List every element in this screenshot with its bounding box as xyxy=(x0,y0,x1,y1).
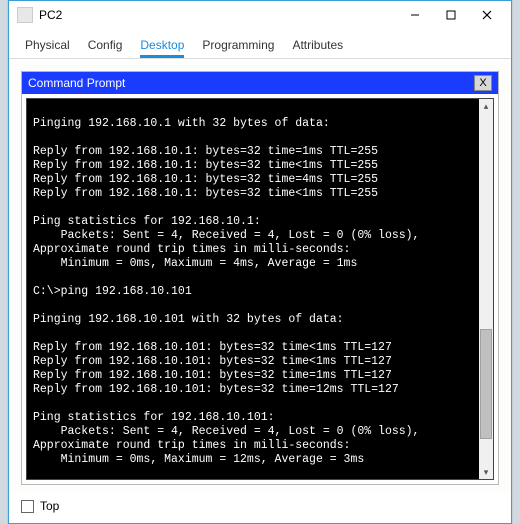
app-icon xyxy=(17,7,33,23)
minimize-button[interactable] xyxy=(397,4,433,26)
tab-attributes[interactable]: Attributes xyxy=(292,38,343,58)
scroll-thumb[interactable] xyxy=(480,329,492,439)
app-window: PC2 Physical Config Desktop Programming … xyxy=(8,0,512,524)
titlebar[interactable]: PC2 xyxy=(9,1,511,29)
scroll-up-icon[interactable]: ▴ xyxy=(479,99,493,113)
terminal-wrap: Pinging 192.168.10.1 with 32 bytes of da… xyxy=(26,98,494,480)
footer: Top xyxy=(9,493,511,523)
top-label: Top xyxy=(40,499,59,513)
tab-bar: Physical Config Desktop Programming Attr… xyxy=(9,29,511,59)
scroll-down-icon[interactable]: ▾ xyxy=(479,465,493,479)
command-prompt-panel: Command Prompt X Pinging 192.168.10.1 wi… xyxy=(21,71,499,485)
maximize-button[interactable] xyxy=(433,4,469,26)
close-button[interactable] xyxy=(469,4,505,26)
scrollbar-vertical[interactable]: ▴ ▾ xyxy=(479,99,493,479)
panel-close-button[interactable]: X xyxy=(474,75,492,91)
terminal[interactable]: Pinging 192.168.10.1 with 32 bytes of da… xyxy=(27,99,493,479)
top-checkbox[interactable] xyxy=(21,500,34,513)
panel-title: Command Prompt xyxy=(28,76,474,90)
body-area: Command Prompt X Pinging 192.168.10.1 wi… xyxy=(9,59,511,493)
tab-desktop[interactable]: Desktop xyxy=(140,38,184,58)
window-title: PC2 xyxy=(39,8,397,22)
panel-header[interactable]: Command Prompt X xyxy=(22,72,498,94)
tab-config[interactable]: Config xyxy=(88,38,123,58)
tab-physical[interactable]: Physical xyxy=(25,38,70,58)
tab-programming[interactable]: Programming xyxy=(202,38,274,58)
